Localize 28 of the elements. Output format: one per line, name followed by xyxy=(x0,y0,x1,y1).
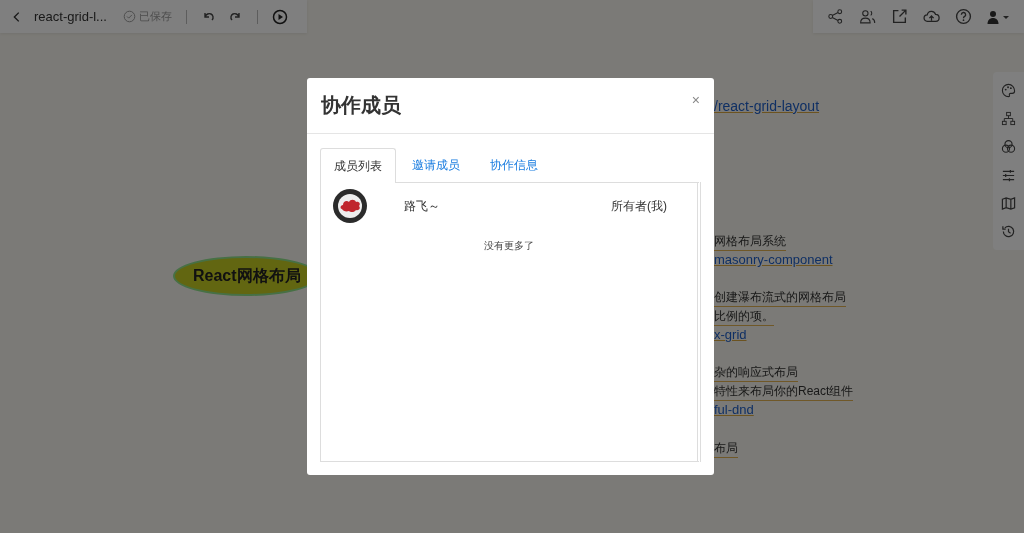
topic-link[interactable]: x-grid xyxy=(714,326,747,344)
palette-icon[interactable] xyxy=(1001,82,1016,98)
user-menu-icon[interactable] xyxy=(986,8,1011,25)
history-icon[interactable] xyxy=(1001,224,1016,240)
topic-link[interactable]: ful-dnd xyxy=(714,401,754,419)
topic-link[interactable]: /react-grid-layout xyxy=(714,97,820,115)
end-of-list-note: 没有更多了 xyxy=(483,239,535,253)
avatar xyxy=(333,189,367,223)
document-title[interactable]: react-grid-l... xyxy=(34,9,107,24)
hierarchy-icon[interactable] xyxy=(1001,111,1016,126)
circles-icon[interactable] xyxy=(1001,139,1016,155)
member-role: 所有者(我) xyxy=(611,197,667,215)
check-circle-icon xyxy=(122,10,136,23)
tab[interactable]: 协作信息 xyxy=(476,148,552,182)
sliders-icon[interactable] xyxy=(1001,167,1016,183)
tab[interactable]: 邀请成员 xyxy=(398,148,474,182)
external-link-icon[interactable] xyxy=(890,8,908,25)
member-name: 路飞～ xyxy=(404,197,440,215)
dialog-title: 协作成员 xyxy=(321,93,401,118)
share-icon[interactable] xyxy=(826,8,844,25)
map-icon[interactable] xyxy=(1001,195,1016,211)
tab[interactable]: 成员列表 xyxy=(320,148,396,183)
users-icon[interactable] xyxy=(858,8,876,25)
play-icon[interactable] xyxy=(271,8,288,25)
help-icon[interactable] xyxy=(954,8,972,25)
topic-link[interactable]: masonry-component xyxy=(714,251,833,269)
close-button[interactable]: × xyxy=(687,92,704,108)
cloud-upload-icon[interactable] xyxy=(922,8,940,25)
